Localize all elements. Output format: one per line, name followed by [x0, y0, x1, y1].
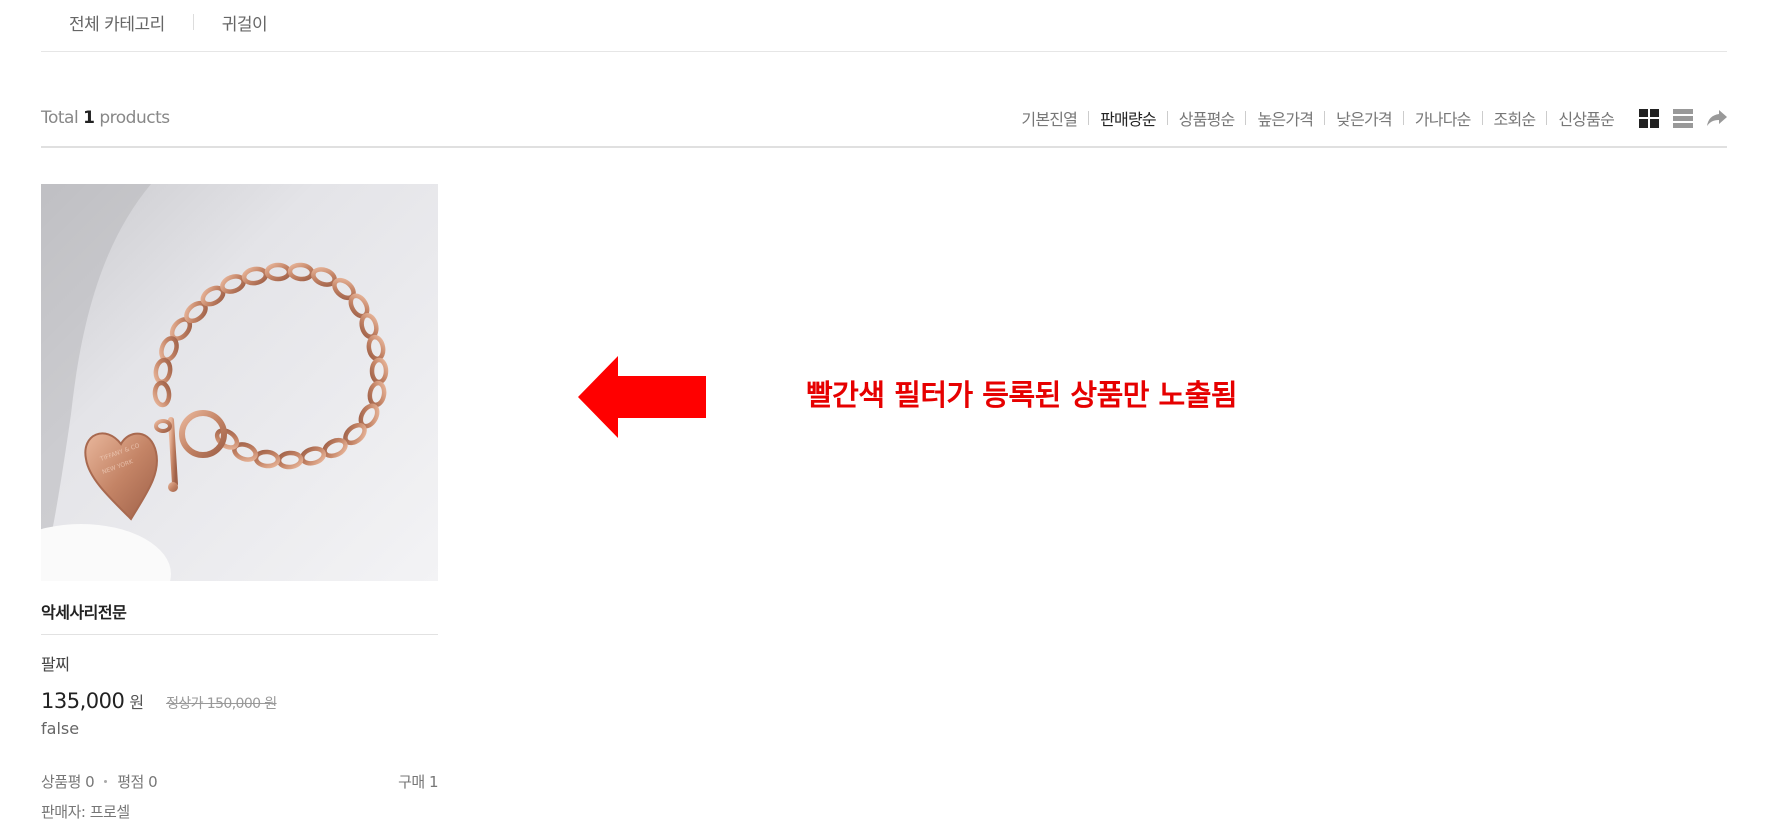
sort-default[interactable]: 기본진열 [1010, 106, 1088, 130]
sort-newest[interactable]: 신상품순 [1547, 106, 1625, 130]
total-suffix: products [94, 108, 170, 128]
sort-options: 기본진열 판매량순 상품평순 높은가격 낮은가격 가나다순 조회순 신상품순 [1010, 98, 1727, 130]
product-name[interactable]: 팔찌 [41, 651, 438, 675]
product-flag: false [41, 719, 80, 738]
original-price: 정상가 150,000 원 [166, 696, 277, 712]
sort-low-price[interactable]: 낮은가격 [1325, 106, 1403, 130]
sort-sales[interactable]: 판매량순 [1089, 106, 1167, 130]
left-arrow-icon [578, 356, 706, 438]
breadcrumb: 전체 카테고리 귀걸이 [41, 0, 1727, 52]
price-row: 135,000 원 정상가 150,000 원 [41, 689, 438, 713]
purchase-count: 구매 1 [398, 773, 438, 791]
total-prefix: Total [41, 108, 84, 128]
sale-price: 135,000 [41, 689, 125, 713]
sort-alphabetical[interactable]: 가나다순 [1404, 106, 1482, 130]
sort-reviews[interactable]: 상품평순 [1168, 106, 1246, 130]
share-icon[interactable] [1707, 109, 1727, 127]
product-meta: 상품평 0 평점 0 구매 1 [41, 771, 438, 792]
list-view-icon[interactable] [1673, 108, 1693, 128]
total-number: 1 [83, 108, 95, 128]
product-image[interactable]: TIFFANY & CO NEW YORK [41, 184, 438, 581]
view-mode-group [1639, 108, 1727, 128]
product-listing-page: 전체 카테고리 귀걸이 Total 1 products 기본진열 판매량순 상… [0, 0, 1766, 829]
breadcrumb-earrings[interactable]: 귀걸이 [194, 10, 295, 35]
sort-high-price[interactable]: 높은가격 [1246, 106, 1324, 130]
grid-view-icon[interactable] [1639, 108, 1659, 128]
meta-dot [104, 780, 108, 783]
seller-info: 판매자: 프로셀 [41, 803, 130, 821]
store-name[interactable]: 악세사리전문 [41, 599, 438, 635]
breadcrumb-all-categories[interactable]: 전체 카테고리 [41, 10, 193, 35]
price-unit: 원 [129, 693, 145, 712]
annotation-text: 빨간색 필터가 등록된 상품만 노출됨 [806, 378, 1238, 412]
total-count: Total 1 products [41, 98, 170, 128]
list-toolbar: Total 1 products 기본진열 판매량순 상품평순 높은가격 낮은가… [41, 98, 1727, 148]
product-card[interactable]: TIFFANY & CO NEW YORK 악세사리전문 팔찌 135,000 … [41, 184, 438, 822]
sort-views[interactable]: 조회순 [1483, 106, 1547, 130]
review-count: 상품평 0 [41, 773, 95, 791]
rating: 평점 0 [117, 773, 158, 791]
